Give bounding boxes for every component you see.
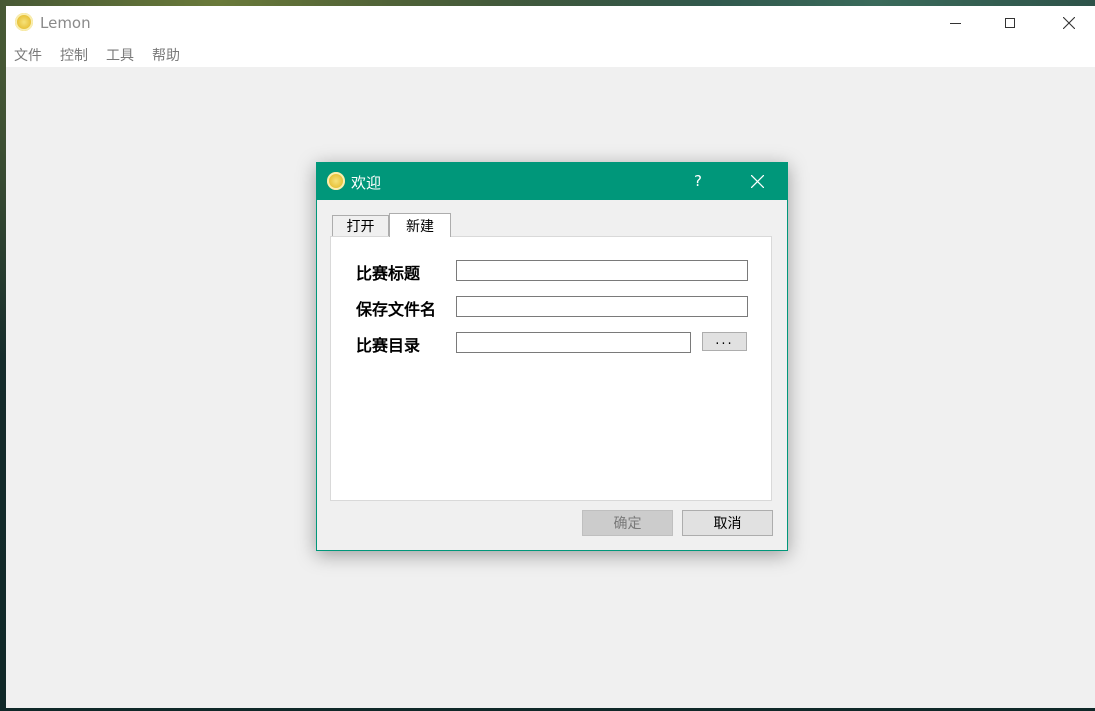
- contest-dir-input[interactable]: [456, 332, 691, 353]
- menu-help[interactable]: 帮助: [152, 45, 180, 65]
- contest-title-label: 比赛标题: [356, 264, 421, 283]
- cancel-button[interactable]: 取消: [682, 510, 773, 536]
- close-window-button[interactable]: [1046, 6, 1092, 40]
- contest-dir-label: 比赛目录: [356, 336, 421, 355]
- menu-bar: 文件 控制 工具 帮助: [6, 40, 1095, 67]
- maximize-button[interactable]: [987, 6, 1033, 40]
- minimize-button[interactable]: [932, 6, 978, 40]
- lemon-icon: [327, 172, 345, 190]
- welcome-dialog: 欢迎 ? 打开 新建 比赛标题 保存文件名 比赛目录 ... 确定 取消: [316, 162, 788, 551]
- menu-control[interactable]: 控制: [60, 45, 88, 65]
- browse-directory-button[interactable]: ...: [702, 332, 747, 351]
- close-icon: [750, 174, 764, 188]
- ok-button[interactable]: 确定: [582, 510, 673, 536]
- contest-title-input[interactable]: [456, 260, 748, 281]
- save-filename-label: 保存文件名: [356, 300, 437, 319]
- window-title: Lemon: [40, 14, 91, 32]
- close-icon: [1063, 17, 1075, 29]
- dialog-title: 欢迎: [351, 174, 382, 192]
- dialog-close-button[interactable]: [747, 170, 767, 192]
- minimize-icon: [949, 22, 961, 24]
- tab-open[interactable]: 打开: [332, 215, 389, 236]
- save-filename-input[interactable]: [456, 296, 748, 317]
- menu-file[interactable]: 文件: [14, 45, 42, 65]
- help-button[interactable]: ?: [691, 172, 705, 190]
- new-contest-panel: 比赛标题 保存文件名 比赛目录 ...: [330, 236, 772, 501]
- maximize-icon: [1005, 18, 1015, 28]
- menu-tools[interactable]: 工具: [106, 45, 134, 65]
- tab-new[interactable]: 新建: [389, 213, 451, 237]
- window-titlebar[interactable]: Lemon: [6, 6, 1095, 40]
- dialog-titlebar[interactable]: 欢迎 ?: [317, 163, 787, 200]
- lemon-icon: [15, 13, 33, 31]
